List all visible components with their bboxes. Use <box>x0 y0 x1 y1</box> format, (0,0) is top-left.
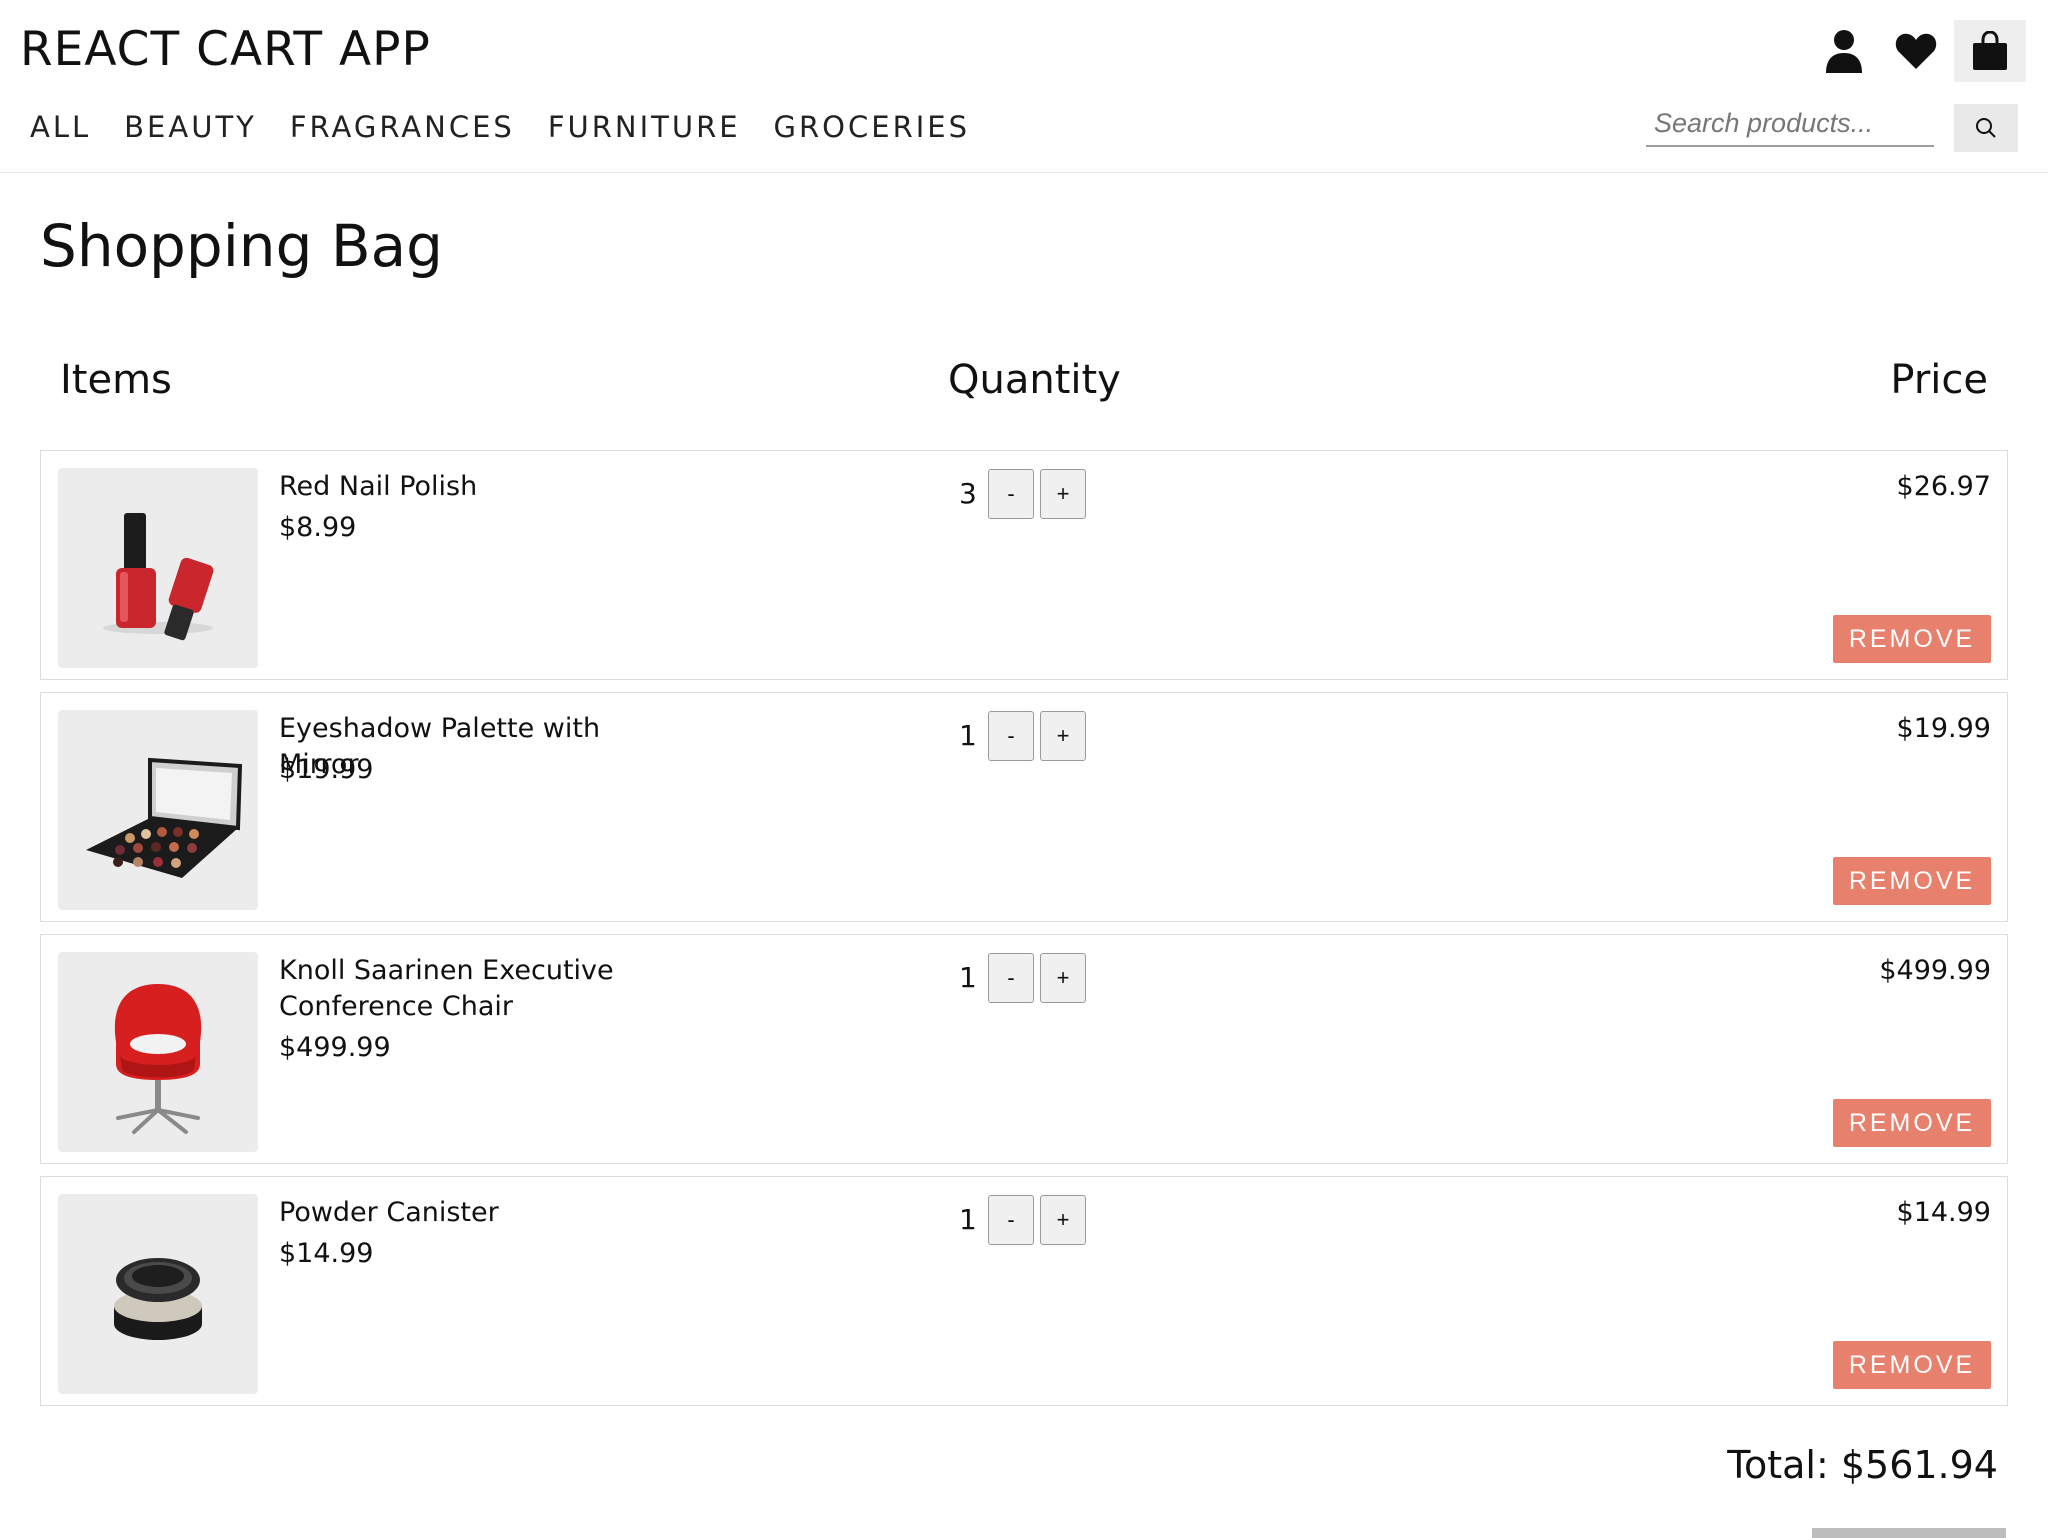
nav-furniture[interactable]: FURNITURE <box>548 110 741 144</box>
line-price: $499.99 <box>1879 955 1991 986</box>
product-image-chair[interactable] <box>58 952 258 1152</box>
remove-button[interactable]: REMOVE <box>1833 1341 1991 1389</box>
nav-groceries[interactable]: GROCERIES <box>774 110 970 144</box>
item-unit-price: $14.99 <box>279 1238 374 1269</box>
decrease-quantity-button[interactable]: - <box>988 953 1034 1003</box>
conference-chair-image <box>114 984 202 1134</box>
shopping-bag-icon <box>1973 31 2007 70</box>
app-title[interactable]: REACT CART APP <box>20 22 431 77</box>
nav-all[interactable]: ALL <box>30 110 91 144</box>
bag-item-list: Red Nail Polish $8.99 3 - + $26.97 REMOV… <box>40 450 2008 1418</box>
item-unit-price: $499.99 <box>279 1032 391 1063</box>
search-input[interactable] <box>1646 102 1934 145</box>
header-icons <box>1808 20 2026 82</box>
page-title: Shopping Bag <box>40 212 443 280</box>
category-nav: ALL BEAUTY FRAGRANCES FURNITURE GROCERIE… <box>30 110 970 144</box>
remove-button[interactable]: REMOVE <box>1833 857 1991 905</box>
heart-icon <box>1895 33 1937 69</box>
search-button[interactable] <box>1954 104 2018 152</box>
nav-fragrances[interactable]: FRAGRANCES <box>290 110 515 144</box>
nail-polish-image <box>103 513 214 641</box>
powder-canister-image <box>114 1258 202 1340</box>
bag-item-row: Red Nail Polish $8.99 3 - + $26.97 REMOV… <box>40 450 2008 680</box>
decrease-quantity-button[interactable]: - <box>988 1195 1034 1245</box>
search-icon <box>1976 118 1996 138</box>
decrease-quantity-button[interactable]: - <box>988 711 1034 761</box>
header-divider <box>0 172 2048 173</box>
bag-item-row: Powder Canister $14.99 1 - + $14.99 REMO… <box>40 1176 2008 1406</box>
user-icon <box>1826 30 1862 73</box>
checkout-button-partial[interactable] <box>1812 1528 2006 1538</box>
decrease-quantity-button[interactable]: - <box>988 469 1034 519</box>
search-field <box>1646 102 1934 147</box>
account-button[interactable] <box>1808 20 1880 82</box>
quantity-value: 1 <box>959 719 977 752</box>
item-unit-price: $8.99 <box>279 512 357 543</box>
line-price: $19.99 <box>1896 713 1991 744</box>
remove-button[interactable]: REMOVE <box>1833 615 1991 663</box>
column-header-price: Price <box>1890 357 1988 403</box>
product-image-eyeshadow-palette[interactable] <box>58 710 258 910</box>
nav-beauty[interactable]: BEAUTY <box>124 110 257 144</box>
eyeshadow-palette-image <box>86 757 243 878</box>
increase-quantity-button[interactable]: + <box>1040 711 1086 761</box>
wishlist-button[interactable] <box>1880 20 1952 82</box>
line-price: $26.97 <box>1896 471 1991 502</box>
remove-button[interactable]: REMOVE <box>1833 1099 1991 1147</box>
bag-button[interactable] <box>1954 20 2026 82</box>
bag-item-row: Eyeshadow Palette with Mirror $19.99 1 -… <box>40 692 2008 922</box>
order-total: Total: $561.94 <box>1727 1443 1998 1487</box>
column-header-quantity: Quantity <box>948 357 1121 403</box>
item-name[interactable]: Red Nail Polish <box>279 469 639 505</box>
item-unit-price: $19.99 <box>279 754 374 785</box>
increase-quantity-button[interactable]: + <box>1040 953 1086 1003</box>
product-image-nail-polish[interactable] <box>58 468 258 668</box>
bag-item-row: Knoll Saarinen Executive Conference Chai… <box>40 934 2008 1164</box>
quantity-value: 1 <box>959 1203 977 1236</box>
increase-quantity-button[interactable]: + <box>1040 469 1086 519</box>
column-header-items: Items <box>60 357 172 403</box>
item-name[interactable]: Knoll Saarinen Executive Conference Chai… <box>279 953 639 1025</box>
increase-quantity-button[interactable]: + <box>1040 1195 1086 1245</box>
product-image-powder-canister[interactable] <box>58 1194 258 1394</box>
item-name[interactable]: Powder Canister <box>279 1195 639 1231</box>
quantity-value: 1 <box>959 961 977 994</box>
quantity-value: 3 <box>959 477 977 510</box>
line-price: $14.99 <box>1896 1197 1991 1228</box>
